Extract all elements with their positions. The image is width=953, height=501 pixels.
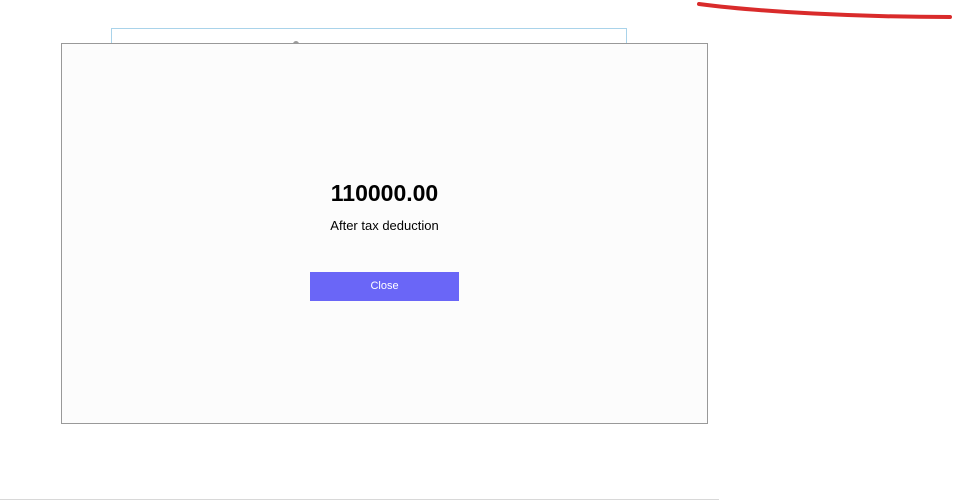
bottom-divider bbox=[0, 499, 719, 500]
amount-caption: After tax deduction bbox=[330, 218, 439, 233]
close-button[interactable]: Close bbox=[310, 272, 459, 301]
result-modal: 110000.00 After tax deduction Close bbox=[61, 43, 708, 424]
net-amount: 110000.00 bbox=[330, 180, 439, 206]
red-annotation-stroke bbox=[697, 2, 952, 19]
